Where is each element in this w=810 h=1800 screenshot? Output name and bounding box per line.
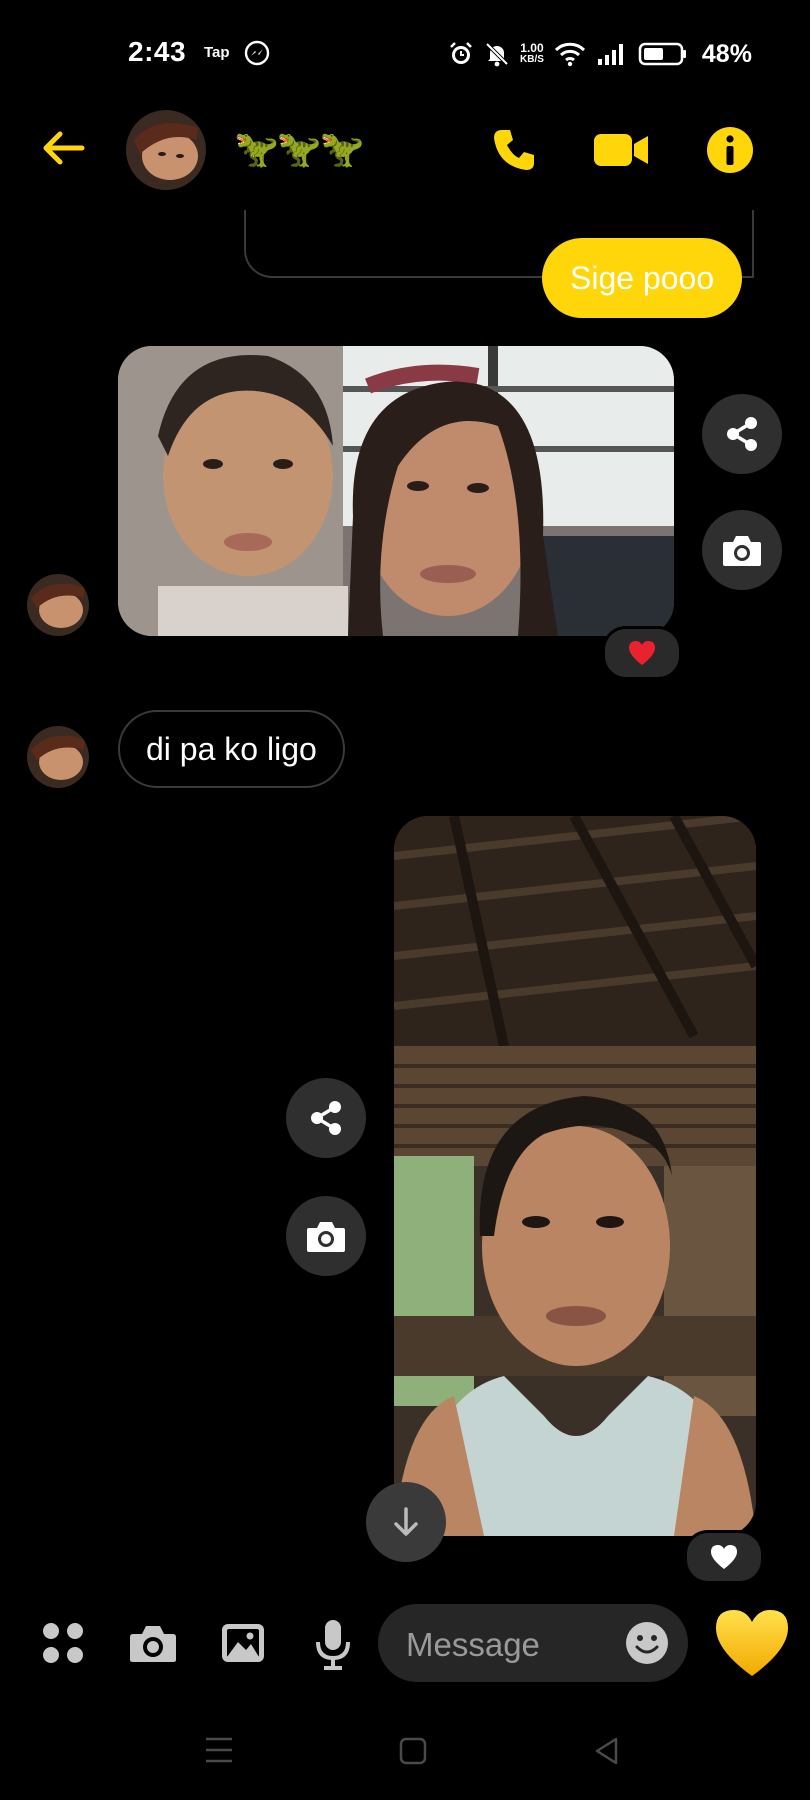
share-button-1[interactable]: [702, 394, 782, 474]
camera-button-2[interactable]: [286, 1196, 366, 1276]
chat-name[interactable]: 🦖🦖🦖: [234, 128, 364, 170]
message-input[interactable]: Message: [378, 1604, 688, 1682]
yellow-heart-icon: [716, 1610, 788, 1676]
sender-avatar-2[interactable]: [27, 726, 89, 788]
battery-icon: [638, 42, 686, 66]
emoji-icon[interactable]: [624, 1620, 670, 1666]
sender-avatar-1[interactable]: [27, 574, 89, 636]
back-arrow-icon[interactable]: [38, 128, 88, 168]
status-time: 2:43: [128, 36, 187, 67]
gallery-icon[interactable]: [220, 1622, 266, 1664]
scroll-down-icon: [394, 1507, 418, 1536]
battery-percent: 48%: [701, 39, 752, 68]
wifi-icon: [554, 42, 585, 67]
signal-icon: [597, 44, 623, 65]
recent-apps-icon[interactable]: [204, 1736, 234, 1764]
mic-icon[interactable]: [314, 1618, 352, 1670]
video-icon[interactable]: [592, 130, 650, 170]
menu-grid-icon[interactable]: [40, 1620, 86, 1666]
sent-message-bubble[interactable]: Sige pooo: [542, 238, 743, 318]
received-photo[interactable]: [118, 346, 674, 636]
status-app-label: Tap: [204, 44, 230, 61]
chat-avatar[interactable]: [126, 110, 206, 190]
camera-icon: [723, 536, 761, 566]
share-button-2[interactable]: [286, 1078, 366, 1158]
heart-red-icon: [629, 641, 655, 665]
alarm-icon: [450, 42, 472, 64]
home-icon[interactable]: [398, 1736, 428, 1766]
sent-photo[interactable]: [394, 816, 756, 1536]
camera-icon: [307, 1222, 345, 1252]
reaction-heart-red[interactable]: [602, 626, 682, 680]
share-icon: [311, 1101, 341, 1135]
phone-icon[interactable]: [488, 124, 540, 176]
back-nav-icon[interactable]: [592, 1736, 622, 1766]
send-like-button[interactable]: [712, 1606, 792, 1680]
camera-icon[interactable]: [128, 1622, 178, 1664]
messenger-icon: [244, 40, 270, 66]
scroll-to-bottom-button[interactable]: [366, 1482, 446, 1562]
camera-button-1[interactable]: [702, 510, 782, 590]
heart-white-icon: [711, 1545, 737, 1569]
reaction-heart-white[interactable]: [684, 1530, 764, 1584]
info-icon[interactable]: [704, 124, 756, 176]
received-message-bubble[interactable]: di pa ko ligo: [118, 710, 345, 788]
status-right-icons: 1.00 KB/S 48%: [448, 34, 752, 74]
mute-icon: [485, 42, 509, 67]
net-speed: 1.00 KB/S: [520, 41, 544, 65]
message-placeholder: Message: [406, 1626, 540, 1663]
share-icon: [727, 417, 757, 451]
